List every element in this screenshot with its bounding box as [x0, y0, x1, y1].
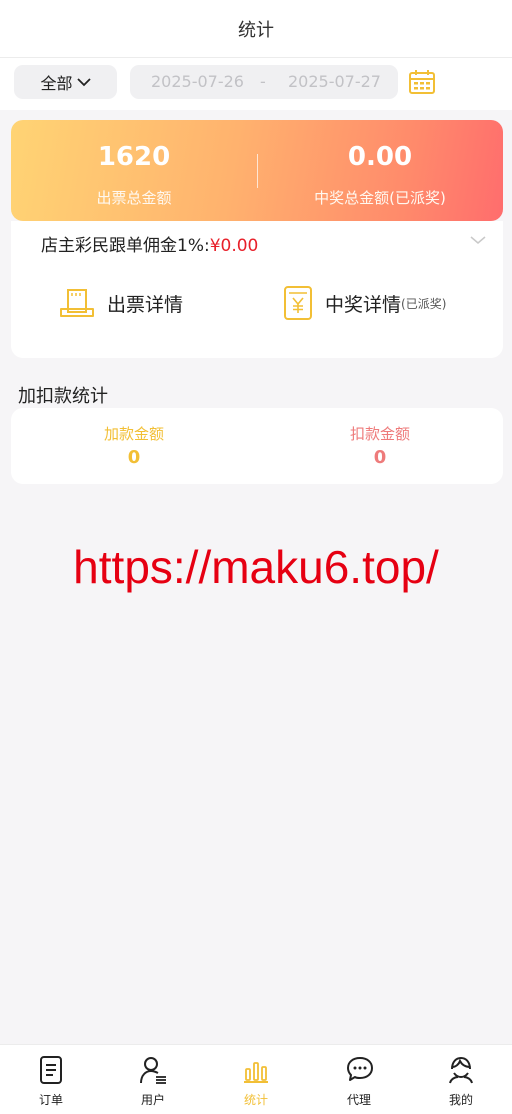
deduct-amount-label: 扣款金额	[349, 425, 410, 443]
tab-users-label: 用户	[140, 1093, 165, 1107]
ticket-detail-label: 出票详情	[107, 293, 184, 316]
adjustment-card: 加款金额 0 扣款金额 0	[11, 408, 503, 484]
add-amount-label: 加款金额	[103, 425, 164, 443]
watermark-url: https://maku6.top/	[73, 541, 439, 593]
add-amount-value: 0	[127, 447, 141, 468]
date-start[interactable]: 2025-07-26	[151, 72, 244, 91]
tab-mine-label: 我的	[448, 1093, 473, 1107]
scope-label: 全部	[40, 74, 73, 93]
ticket-icon	[60, 289, 94, 317]
top-bar: 统计	[0, 0, 512, 58]
tab-orders[interactable]: 订单	[0, 1045, 102, 1114]
profile-icon	[449, 1056, 473, 1084]
ticket-total-block: 1620 出票总金额	[11, 120, 257, 221]
ticket-total-label: 出票总金额	[96, 189, 172, 207]
document-icon	[40, 1056, 62, 1084]
tab-users[interactable]: 用户	[102, 1045, 204, 1114]
deduct-amount-block: 扣款金额 0	[257, 408, 503, 484]
summary-card: 1620 出票总金额 0.00 中奖总金额(已派奖)	[11, 120, 503, 221]
date-range-picker[interactable]: 2025-07-26 - 2025-07-27	[130, 65, 398, 99]
commission-row: 店主彩民跟单佣金1%:¥0.00	[41, 231, 258, 256]
detail-card: 店主彩民跟单佣金1%:¥0.00 出票详情 中奖详情 (已派奖)	[11, 221, 503, 358]
bottom-tab-bar: 订单 用户 统计 代理 我的	[0, 1044, 512, 1114]
ticket-total-value: 1620	[97, 142, 171, 172]
date-separator: -	[260, 72, 266, 91]
prize-total-block: 0.00 中奖总金额(已派奖)	[257, 120, 503, 221]
page-title: 统计	[238, 19, 274, 41]
scope-dropdown[interactable]: 全部	[14, 65, 117, 99]
commission-label: 店主彩民跟单佣金1%:	[41, 236, 210, 256]
adjustment-section-title: 加扣款统计	[18, 386, 108, 407]
commission-amount: ¥0.00	[209, 236, 259, 256]
prize-total-label: 中奖总金额(已派奖)	[314, 189, 446, 207]
prize-detail-link[interactable]: 中奖详情 (已派奖)	[283, 284, 446, 322]
deduct-amount-value: 0	[373, 447, 387, 468]
chat-bubbles-icon	[347, 1057, 373, 1081]
tab-agent[interactable]: 代理	[308, 1045, 410, 1114]
ticket-detail-link[interactable]: 出票详情	[59, 284, 183, 322]
calendar-icon[interactable]	[408, 68, 436, 96]
date-end[interactable]: 2025-07-27	[288, 72, 381, 91]
tab-mine[interactable]: 我的	[410, 1045, 512, 1114]
tab-agent-label: 代理	[346, 1093, 371, 1107]
user-icon	[140, 1057, 166, 1084]
prize-detail-note: (已派奖)	[401, 296, 447, 311]
expand-chevron-icon[interactable]	[470, 235, 486, 245]
prize-detail-label: 中奖详情	[325, 293, 402, 316]
prize-total-value: 0.00	[347, 142, 413, 172]
filter-bar: 全部 2025-07-26 - 2025-07-27	[0, 58, 512, 110]
bar-chart-icon	[244, 1062, 268, 1083]
tab-statistics-label: 统计	[243, 1093, 268, 1107]
add-amount-block: 加款金额 0	[11, 408, 257, 484]
tab-statistics[interactable]: 统计	[205, 1045, 307, 1114]
prize-yuan-icon	[284, 286, 312, 320]
chevron-down-icon	[76, 78, 91, 87]
tab-orders-label: 订单	[38, 1093, 63, 1107]
